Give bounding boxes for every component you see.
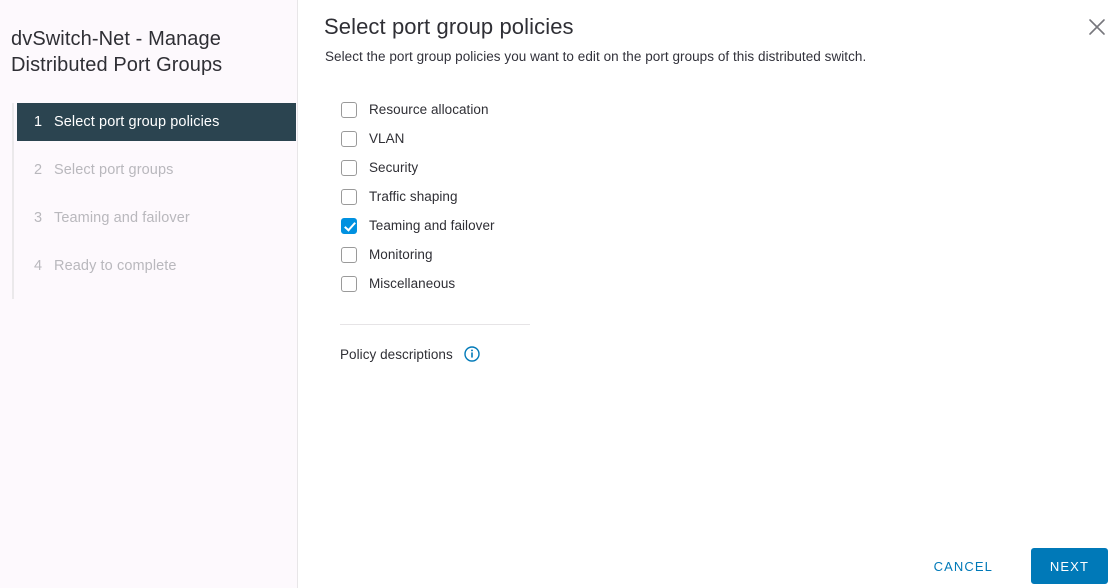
policy-label: Miscellaneous xyxy=(369,276,456,291)
policy-descriptions-label: Policy descriptions xyxy=(340,346,453,362)
cancel-button[interactable]: CANCEL xyxy=(918,549,1009,584)
policy-label: Security xyxy=(369,160,419,175)
policy-label: Resource allocation xyxy=(369,102,489,117)
step-label: Teaming and failover xyxy=(54,210,190,227)
policy-row-monitoring[interactable]: Monitoring xyxy=(341,240,1120,269)
policy-row-traffic-shaping[interactable]: Traffic shaping xyxy=(341,182,1120,211)
wizard-dialog: dvSwitch-Net - Manage Distributed Port G… xyxy=(0,0,1120,588)
sidebar-step-select-port-groups[interactable]: 2 Select port groups xyxy=(17,151,297,189)
policy-row-vlan[interactable]: VLAN xyxy=(341,124,1120,153)
sidebar-step-teaming-and-failover[interactable]: 3 Teaming and failover xyxy=(17,199,297,237)
policy-label: Teaming and failover xyxy=(369,218,495,233)
page-title: Select port group policies xyxy=(324,14,574,39)
step-label: Select port groups xyxy=(54,162,174,179)
checkbox-traffic-shaping[interactable] xyxy=(341,188,357,205)
step-label: Ready to complete xyxy=(54,258,177,275)
step-number: 3 xyxy=(34,210,43,227)
wizard-sidebar: dvSwitch-Net - Manage Distributed Port G… xyxy=(0,0,298,588)
checkbox-monitoring[interactable] xyxy=(341,246,357,263)
policy-row-miscellaneous[interactable]: Miscellaneous xyxy=(341,269,1120,298)
section-divider xyxy=(340,324,530,325)
policy-checkbox-list: Resource allocation VLAN Security Traffi… xyxy=(298,64,1120,298)
policy-row-teaming-and-failover[interactable]: Teaming and failover xyxy=(341,211,1120,240)
next-button[interactable]: NEXT xyxy=(1030,548,1108,584)
checkbox-resource-allocation[interactable] xyxy=(341,101,357,118)
step-number: 4 xyxy=(34,258,43,275)
checkbox-vlan[interactable] xyxy=(341,130,357,147)
policy-label: VLAN xyxy=(369,131,405,146)
checkbox-miscellaneous[interactable] xyxy=(341,275,357,292)
wizard-steps: 1 Select port group policies 2 Select po… xyxy=(0,103,297,300)
policy-label: Monitoring xyxy=(369,247,433,262)
wizard-title: dvSwitch-Net - Manage Distributed Port G… xyxy=(11,28,223,77)
sidebar-step-select-port-group-policies[interactable]: 1 Select port group policies xyxy=(17,103,296,142)
info-icon[interactable] xyxy=(464,346,480,362)
sidebar-step-ready-to-complete[interactable]: 4 Ready to complete xyxy=(17,247,297,285)
close-icon[interactable] xyxy=(1085,15,1109,39)
wizard-footer: CANCEL NEXT xyxy=(918,548,1108,584)
policy-row-resource-allocation[interactable]: Resource allocation xyxy=(341,95,1120,124)
page-subtitle: Select the port group policies you want … xyxy=(325,49,867,64)
wizard-content: Select port group policies Select the po… xyxy=(298,0,1120,588)
step-label: Select port group policies xyxy=(54,114,220,131)
step-number: 1 xyxy=(34,114,43,131)
step-number: 2 xyxy=(34,162,43,179)
policy-label: Traffic shaping xyxy=(369,189,458,204)
policy-row-security[interactable]: Security xyxy=(341,153,1120,182)
checkbox-teaming-and-failover[interactable] xyxy=(341,217,357,234)
checkbox-security[interactable] xyxy=(341,159,357,176)
policy-descriptions-toggle[interactable]: Policy descriptions xyxy=(340,346,1120,362)
